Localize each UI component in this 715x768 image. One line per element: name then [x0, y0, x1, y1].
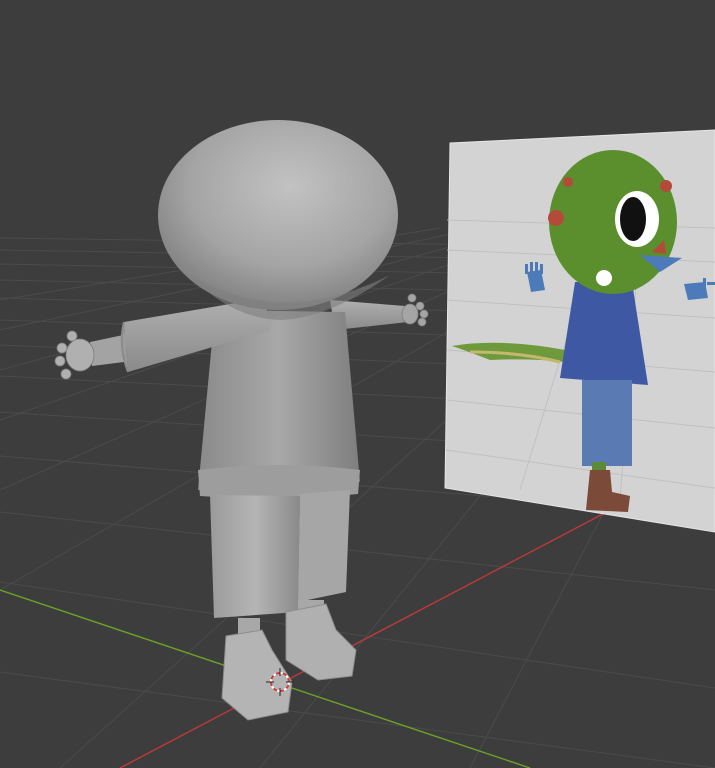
3d-viewport[interactable] — [0, 0, 715, 768]
viewport-canvas[interactable] — [0, 0, 715, 768]
character-head — [158, 120, 398, 310]
reference-image-plane[interactable] — [444, 129, 715, 533]
